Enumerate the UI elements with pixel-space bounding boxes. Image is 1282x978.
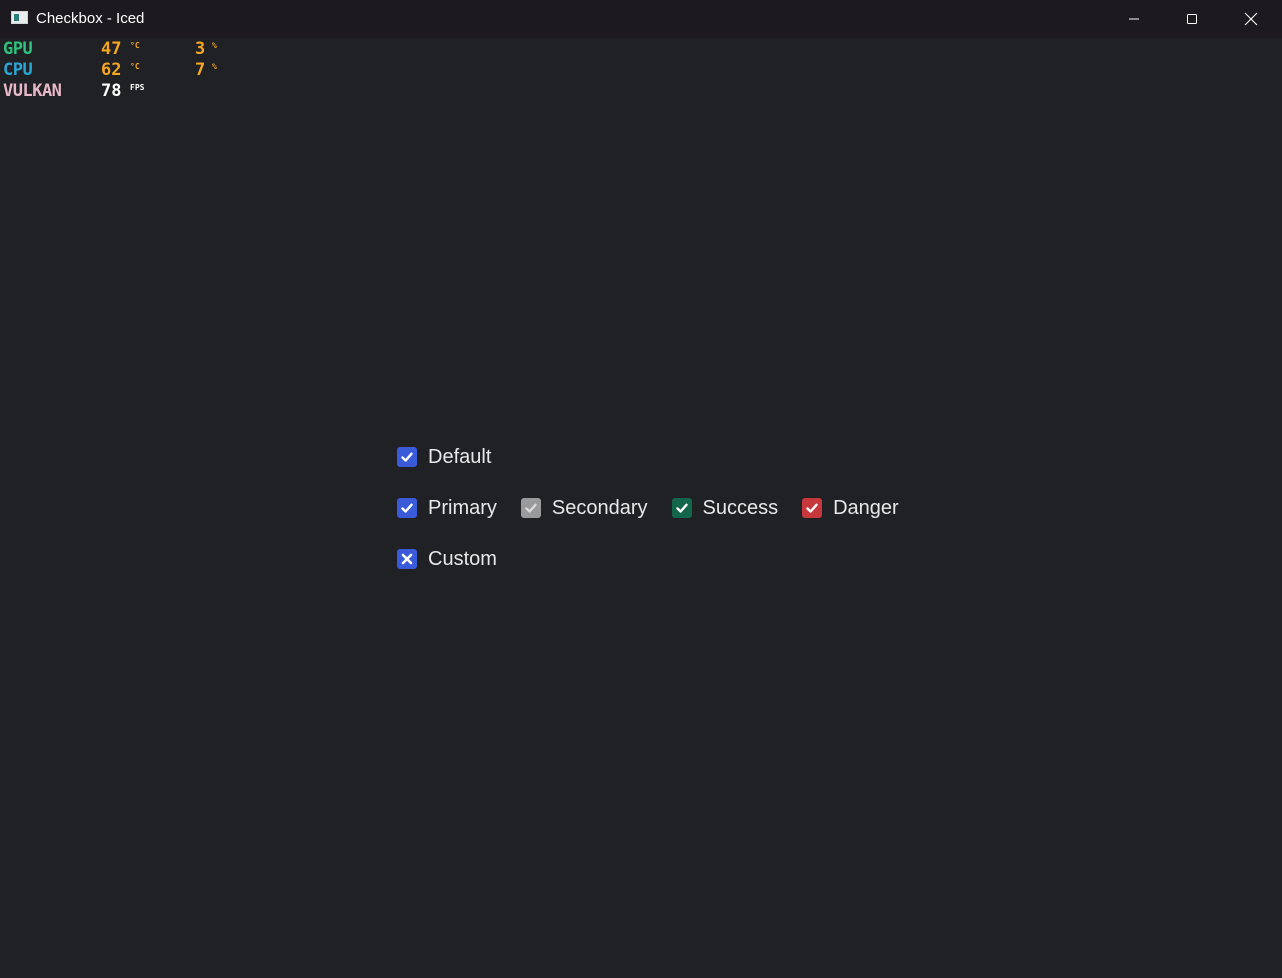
hud-unit: °C	[130, 41, 140, 50]
check-icon	[401, 452, 413, 462]
checkbox-label: Default	[428, 445, 492, 468]
checkbox-row-styles: Primary Secondary Success Danger	[397, 496, 923, 520]
close-button[interactable]	[1222, 0, 1280, 38]
checkbox-box[interactable]	[671, 498, 692, 518]
app-icon	[11, 11, 28, 24]
window-title: Checkbox - Iced	[36, 10, 145, 27]
hud-cpu-load: 7	[195, 60, 206, 80]
title-bar: Checkbox - Iced	[0, 0, 1282, 38]
hud-unit: %	[212, 62, 217, 71]
check-icon	[401, 503, 413, 513]
hud-cpu-temp: 62	[101, 60, 122, 80]
checkbox-custom[interactable]: Custom	[397, 548, 497, 571]
checkbox-label: Danger	[833, 496, 899, 519]
checkbox-primary[interactable]: Primary	[397, 497, 497, 520]
hud-gpu-load: 3	[195, 39, 206, 59]
hud-label: GPU	[3, 39, 33, 59]
x-icon	[401, 553, 413, 565]
checkbox-label: Primary	[428, 496, 497, 519]
app-window: Checkbox - Iced GPU 47 °C 3 % CPU 62 °C …	[0, 0, 1282, 978]
maximize-button[interactable]	[1163, 0, 1221, 38]
checkbox-box[interactable]	[520, 498, 541, 518]
checkbox-danger[interactable]: Danger	[802, 497, 899, 520]
checkbox-box[interactable]	[397, 498, 417, 518]
checkbox-box[interactable]	[397, 447, 417, 467]
hud-unit: FPS	[130, 83, 145, 92]
hud-unit: °C	[130, 62, 140, 71]
minimize-button[interactable]	[1105, 0, 1163, 38]
check-icon	[675, 503, 688, 513]
checkbox-label: Secondary	[551, 496, 648, 519]
checkbox-row-custom: Custom	[397, 547, 521, 571]
checkbox-row-default: Default	[397, 445, 515, 469]
hud-label: CPU	[3, 60, 33, 80]
checkbox-default[interactable]: Default	[397, 446, 491, 469]
checkbox-success[interactable]: Success	[671, 496, 779, 520]
minimize-icon	[1129, 18, 1139, 20]
close-icon	[1244, 12, 1258, 26]
check-icon	[806, 503, 818, 513]
hud-fps: 78	[101, 81, 122, 101]
checkbox-label: Custom	[428, 547, 497, 570]
maximize-icon	[1187, 14, 1197, 24]
check-icon	[525, 503, 537, 513]
hud-unit: %	[212, 41, 217, 50]
checkbox-secondary[interactable]: Secondary	[520, 496, 648, 520]
hud-label: VULKAN	[3, 81, 62, 101]
checkbox-box[interactable]	[397, 549, 417, 569]
hud-gpu-temp: 47	[101, 39, 122, 59]
checkbox-box[interactable]	[802, 498, 823, 518]
checkbox-label: Success	[702, 496, 779, 519]
